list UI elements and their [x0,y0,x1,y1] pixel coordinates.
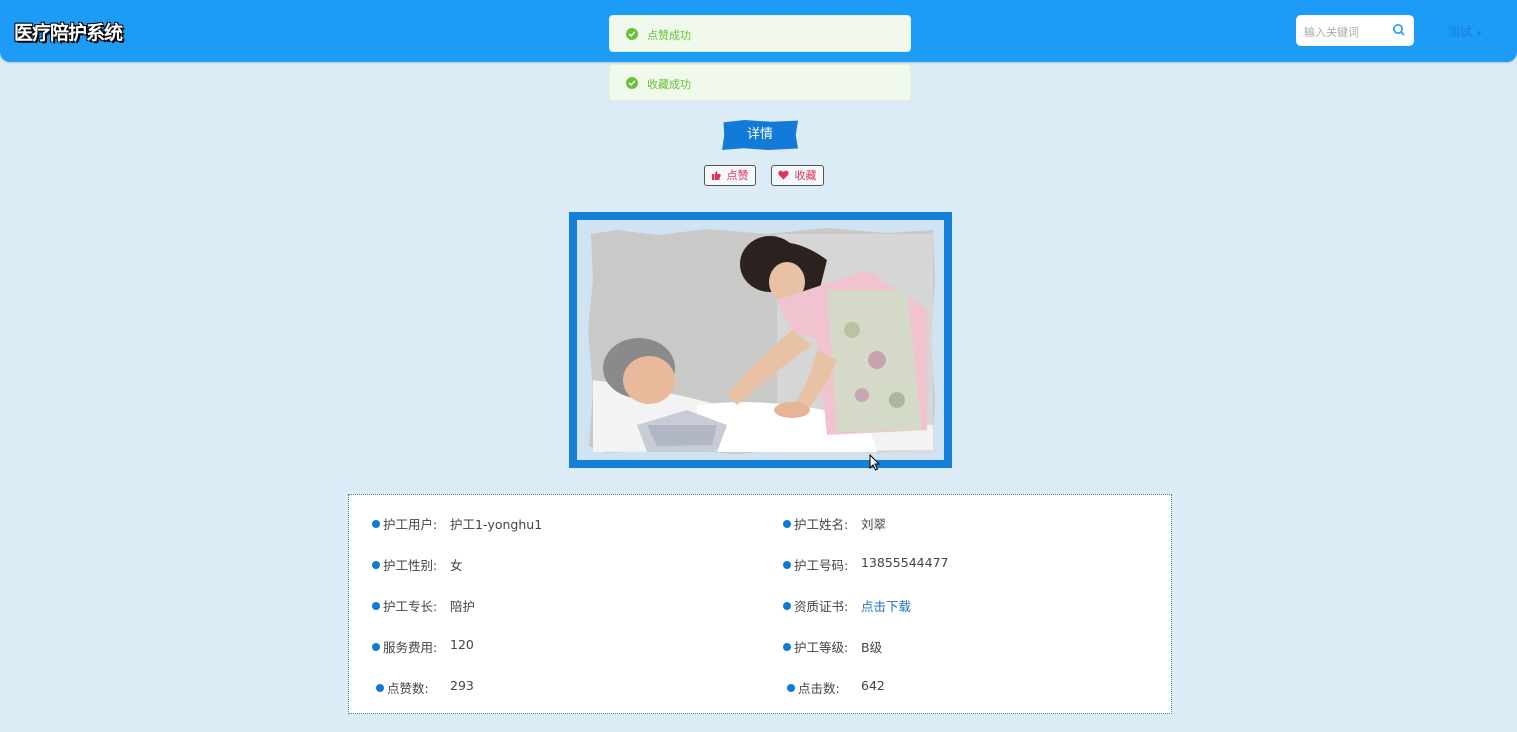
toast-like-success: 点赞成功 [609,15,911,52]
info-row-user: 护工用户: 护工1-yonghu1 [372,514,542,533]
info-value: 刘翠 [861,517,887,532]
thumbs-up-icon [711,169,725,182]
info-row-likes: 点赞数: 293 [376,678,474,697]
bullet-dot-icon [783,602,791,610]
user-menu[interactable]: 测试 ▾ [1448,23,1482,40]
caregiver-photo-frame [569,212,952,468]
info-label: 护工等级: [794,640,849,655]
bullet-dot-icon [376,684,384,692]
favorite-button[interactable]: 收藏 [771,165,824,186]
bullet-dot-icon [783,643,791,651]
search-box[interactable] [1296,15,1414,46]
search-input[interactable] [1302,22,1390,42]
like-label: 点赞 [726,169,749,182]
toast-favorite-success: 收藏成功 [609,64,911,101]
info-row-certificate: 资质证书: 点击下载 [783,596,911,615]
like-button[interactable]: 点赞 [704,165,756,186]
toast-message: 点赞成功 [647,29,691,42]
info-value: 120 [450,637,474,652]
info-value: 护工1-yonghu1 [450,517,543,532]
certificate-download-link[interactable]: 点击下载 [861,596,911,615]
heart-icon [778,169,793,182]
info-label: 护工性别: [383,558,438,573]
caregiver-info-panel: 护工用户: 护工1-yonghu1 护工性别: 女 护工专长: 陪护 服务费用:… [348,494,1172,714]
info-row-fee: 服务费用: 120 [372,637,474,656]
info-label: 资质证书: [794,599,849,614]
info-row-clicks: 点击数: 642 [787,678,885,697]
bullet-dot-icon [372,561,380,569]
info-label: 点击数: [798,681,840,696]
info-value: B级 [861,640,883,655]
info-value: 女 [450,558,463,573]
favorite-label: 收藏 [794,169,817,182]
info-value: 642 [861,678,885,693]
info-label: 护工号码: [794,558,849,573]
toast-message: 收藏成功 [647,78,691,91]
info-row-level: 护工等级: B级 [783,637,882,656]
info-label: 点赞数: [387,681,429,696]
info-label: 护工姓名: [794,517,849,532]
bullet-dot-icon [372,643,380,651]
check-circle-icon [626,77,638,89]
info-label: 护工专长: [383,599,438,614]
info-value: 陪护 [450,599,476,614]
bullet-dot-icon [372,602,380,610]
app-title: 医疗陪护系统 [14,22,123,44]
info-row-name: 护工姓名: 刘翠 [783,514,886,533]
info-row-gender: 护工性别: 女 [372,555,463,574]
mouse-cursor-icon [869,454,881,471]
info-value: 293 [450,678,474,693]
info-label: 服务费用: [383,640,438,655]
check-circle-icon [626,28,638,40]
bullet-dot-icon [783,520,791,528]
detail-button[interactable]: 详情 [722,120,798,150]
user-name[interactable]: 测试 [1448,25,1472,39]
bullet-dot-icon [372,520,380,528]
chevron-down-icon: ▾ [1477,29,1482,39]
caregiver-photo [577,220,944,460]
bullet-dot-icon [787,684,795,692]
bullet-dot-icon [783,561,791,569]
info-label: 护工用户: [383,517,438,532]
search-icon[interactable] [1392,23,1406,37]
info-row-specialty: 护工专长: 陪护 [372,596,475,615]
info-value: 13855544477 [861,555,949,570]
info-row-phone: 护工号码: 13855544477 [783,555,948,574]
